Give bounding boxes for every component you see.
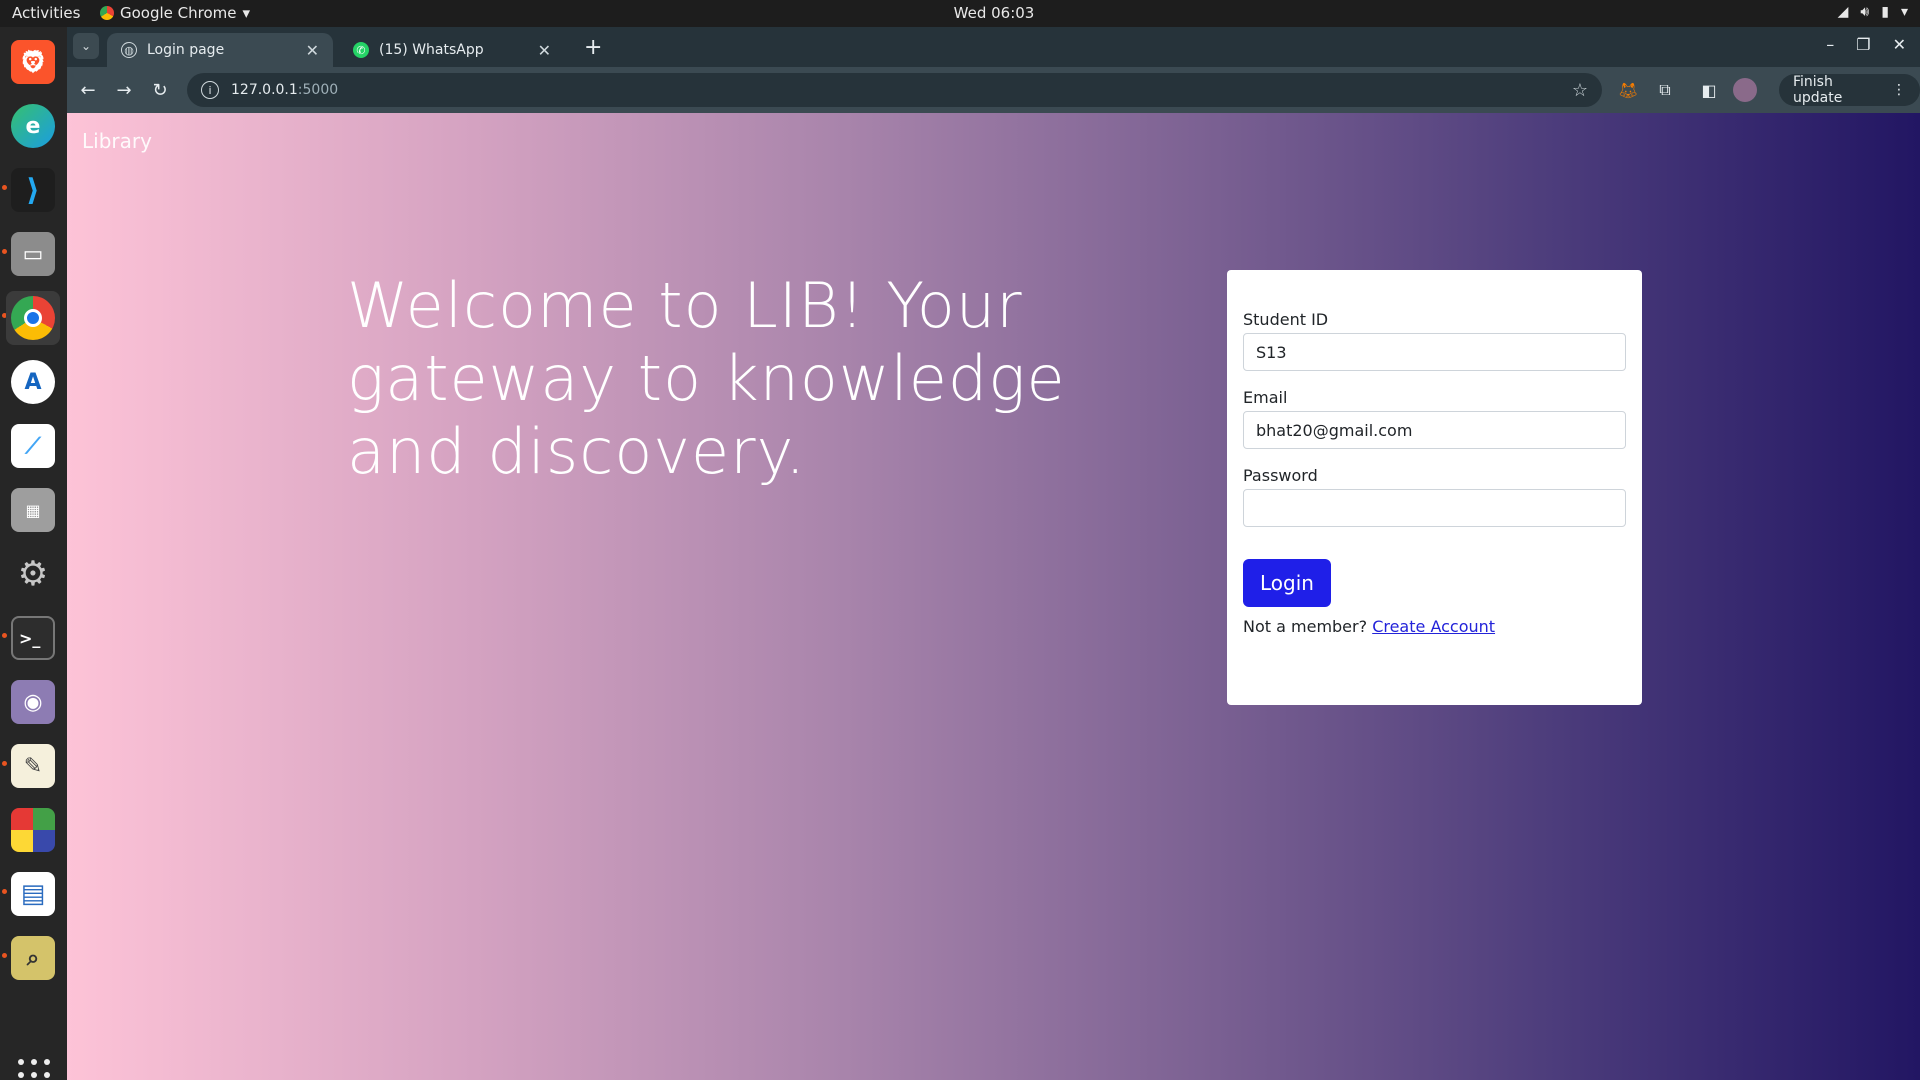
tab-whatsapp[interactable]: ✆ (15) WhatsApp ✕ [339, 33, 565, 67]
chrome-small-icon [100, 6, 114, 20]
image-viewer-icon: ⌕ [11, 936, 55, 980]
reload-icon[interactable]: ↻ [147, 77, 173, 103]
url-host: 127.0.0.1 [231, 82, 298, 98]
dock-text-editor[interactable]: ✎ [6, 739, 60, 793]
page-viewport: Library Welcome to LIB! Your gateway to … [67, 113, 1920, 1080]
metamask-extension-icon[interactable]: 🦊︎ [1616, 78, 1640, 102]
tab-label: Login page [147, 42, 225, 58]
tab-label: (15) WhatsApp [379, 42, 484, 58]
chrome-icon [11, 296, 55, 340]
side-panel-icon[interactable]: ◧ [1697, 78, 1721, 102]
dock-edge[interactable]: e [6, 99, 60, 153]
close-tab-icon[interactable]: ✕ [538, 41, 551, 60]
show-apps-grid-icon[interactable] [14, 1055, 52, 1080]
dock-settings[interactable]: ⚙ [6, 547, 60, 601]
email-input[interactable]: bhat20@gmail.com [1243, 411, 1626, 449]
system-tray[interactable]: ◢ 🔊︎ ▮ ▾ [1838, 4, 1908, 20]
globe-icon: ◍ [121, 42, 137, 58]
tab-search-chevron-icon[interactable]: ⌄ [73, 33, 99, 59]
dock-windows-apps[interactable] [6, 803, 60, 857]
hero-heading: Welcome to LIB! Your gateway to knowledg… [347, 269, 1066, 488]
app-menu[interactable]: Google Chrome ▾ [100, 4, 250, 22]
password-label: Password [1243, 466, 1318, 485]
email-label: Email [1243, 388, 1288, 407]
tab-login-page[interactable]: ◍ Login page ✕ [107, 33, 333, 67]
close-window-icon[interactable]: ✕ [1893, 35, 1906, 54]
dock: 🦁︎ e ⟩ ▭ A ⟋ ▦ ⚙ >_ ◉ ✎ ▤ ⌕ [0, 27, 67, 1080]
activities-button[interactable]: Activities [12, 4, 80, 22]
android-studio-icon: A [11, 360, 55, 404]
calculator-icon: ▦ [11, 488, 55, 532]
signup-prompt: Not a member? Create Account [1243, 617, 1626, 636]
dock-files[interactable]: ▭ [6, 227, 60, 281]
finish-update-label: Finish update [1793, 74, 1843, 106]
windows-apps-icon [11, 808, 55, 852]
chevron-down-icon: ▾ [1900, 4, 1908, 20]
tab-strip: ⌄ ◍ Login page ✕ ✆ (15) WhatsApp ✕ + – ❐… [67, 27, 1920, 67]
site-info-icon[interactable]: i [201, 81, 219, 99]
dock-android-studio[interactable]: A [6, 355, 60, 409]
not-member-text: Not a member? [1243, 617, 1368, 636]
extensions-puzzle-icon[interactable]: ⧉ [1653, 78, 1677, 102]
minimize-icon[interactable]: – [1826, 35, 1834, 54]
restore-icon[interactable]: ❐ [1856, 35, 1870, 54]
forward-icon[interactable]: → [111, 77, 137, 103]
address-bar[interactable]: i 127.0.0.1:5000 ☆ [187, 73, 1602, 107]
volume-icon: 🔊︎ [1860, 4, 1870, 20]
chrome-window: ⌄ ◍ Login page ✕ ✆ (15) WhatsApp ✕ + – ❐… [67, 27, 1920, 1080]
create-account-link[interactable]: Create Account [1372, 617, 1495, 636]
wifi-icon: ◢ [1837, 4, 1849, 20]
dock-vscode[interactable]: ⟩ [6, 163, 60, 217]
vscode-icon: ⟩ [11, 168, 55, 212]
dock-terminal[interactable]: >_ [6, 611, 60, 665]
bookmark-star-icon[interactable]: ☆ [1572, 80, 1588, 101]
more-menu-icon: ⋮ [1892, 82, 1906, 98]
login-button[interactable]: Login [1243, 559, 1331, 607]
url-port: :5000 [297, 82, 339, 98]
writer-icon: ▤ [11, 872, 55, 916]
dock-chrome[interactable] [6, 291, 60, 345]
new-tab-button[interactable]: + [584, 35, 602, 60]
profile-avatar[interactable] [1733, 78, 1757, 102]
brave-browser-icon: 🦁︎ [11, 40, 55, 84]
battery-icon: ▮ [1881, 4, 1889, 20]
system-top-bar: Activities Google Chrome ▾ Wed 06:03 ◢ 🔊… [0, 0, 1920, 27]
back-icon[interactable]: ← [75, 77, 101, 103]
student-id-label: Student ID [1243, 310, 1329, 329]
browser-toolbar: ← → ↻ i 127.0.0.1:5000 ☆ 🦊︎ ⧉ ◧ Finish u… [67, 67, 1920, 113]
file-manager-icon: ▭ [11, 232, 55, 276]
screenshot-icon: ◉ [11, 680, 55, 724]
whatsapp-icon: ✆ [353, 42, 369, 58]
finish-update-button[interactable]: Finish update ⋮ [1779, 74, 1920, 106]
terminal-icon: >_ [11, 616, 55, 660]
password-input[interactable] [1243, 489, 1626, 527]
close-tab-icon[interactable]: ✕ [306, 41, 319, 60]
app-name: Google Chrome [120, 4, 237, 22]
dock-flutter[interactable]: ⟋ [6, 419, 60, 473]
login-card: Student ID S13 Email bhat20@gmail.com Pa… [1227, 270, 1642, 705]
flutter-icon: ⟋ [11, 424, 55, 468]
text-editor-icon: ✎ [11, 744, 55, 788]
navbar-brand[interactable]: Library [82, 129, 152, 153]
edge-browser-icon: e [11, 104, 55, 148]
dock-image-viewer[interactable]: ⌕ [6, 931, 60, 985]
clock[interactable]: Wed 06:03 [954, 4, 1035, 22]
chevron-down-icon: ▾ [242, 4, 251, 22]
dock-writer[interactable]: ▤ [6, 867, 60, 921]
settings-tools-icon: ⚙ [17, 554, 49, 594]
dock-calculator[interactable]: ▦ [6, 483, 60, 537]
dock-screenshot[interactable]: ◉ [6, 675, 60, 729]
dock-brave[interactable]: 🦁︎ [6, 35, 60, 89]
student-id-input[interactable]: S13 [1243, 333, 1626, 371]
